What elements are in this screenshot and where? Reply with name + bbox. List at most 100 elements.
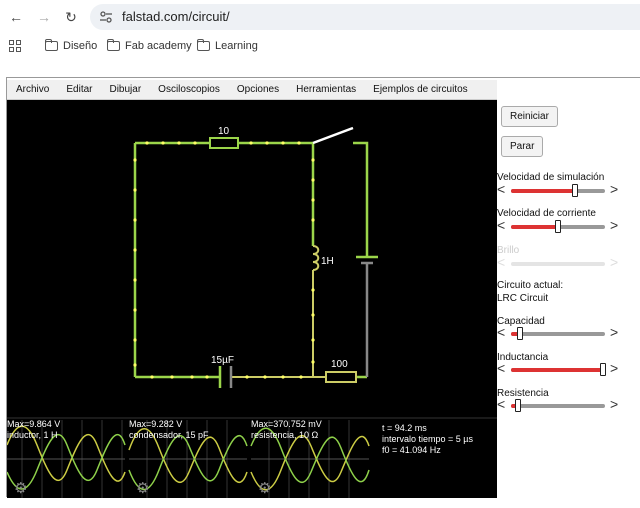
scope-2-gear-icon[interactable]: ⚙ [136, 480, 149, 497]
scope-1-gear-icon[interactable]: ⚙ [14, 480, 27, 497]
current-dot [133, 158, 137, 162]
current-dot [133, 248, 137, 252]
switch[interactable] [312, 126, 354, 145]
url-text[interactable]: falstad.com/circuit/ [122, 9, 230, 24]
scope-3-gear-icon[interactable]: ⚙ [258, 480, 271, 497]
chevron-left-icon[interactable]: < [497, 325, 505, 339]
current-dot [299, 375, 303, 379]
resistor-top[interactable] [209, 137, 239, 149]
current-dot [311, 178, 315, 182]
current-dot [311, 198, 315, 202]
folder-icon [44, 39, 58, 51]
menu-dibujar[interactable]: Dibujar [100, 80, 149, 99]
scope-3-max: Max=370.752 mV [251, 419, 322, 429]
bookmark-fab-academy[interactable]: Fab academy [106, 39, 192, 52]
chevron-right-icon[interactable]: > [610, 218, 618, 232]
scope-2-desc: condensador, 15 pF [129, 430, 209, 440]
current-circuit-name: LRC Circuit [497, 293, 549, 304]
info-interval: intervalo tiempo = 5 µs [382, 434, 473, 444]
current-dot [311, 218, 315, 222]
current-dot [311, 313, 315, 317]
inductor-label: 1H [321, 256, 334, 267]
info-f0: f0 = 41.094 Hz [382, 445, 441, 455]
current-dot [205, 375, 209, 379]
site-settings-icon[interactable] [99, 10, 113, 24]
address-bar[interactable]: falstad.com/circuit/ [90, 4, 640, 30]
bookmark-diseno[interactable]: Diseño [44, 39, 97, 52]
current-dot [133, 338, 137, 342]
current-dot [311, 338, 315, 342]
folder-icon [106, 39, 120, 51]
current-dot [311, 288, 315, 292]
page-content: Archivo Editar Dibujar Osciloscopios Opc… [0, 60, 640, 508]
current-dot [190, 375, 194, 379]
current-dot [297, 141, 301, 145]
menu-archivo[interactable]: Archivo [7, 80, 57, 99]
menu-bar: Archivo Editar Dibujar Osciloscopios Opc… [7, 80, 497, 100]
inductance-slider[interactable]: < > [497, 361, 622, 377]
back-icon[interactable]: ← [8, 9, 24, 25]
bookmarks-bar: Diseño Fab academy Learning [0, 34, 640, 60]
resistor-bottom[interactable] [325, 371, 357, 383]
resistor-bottom-label: 100 [331, 359, 348, 370]
chevron-right-icon[interactable]: > [610, 325, 618, 339]
current-dot [133, 188, 137, 192]
current-dot [193, 141, 197, 145]
current-dot [249, 141, 253, 145]
reload-icon[interactable]: ↻ [63, 9, 79, 25]
chevron-right-icon[interactable]: > [610, 361, 618, 375]
current-dot [150, 375, 154, 379]
current-dot [245, 375, 249, 379]
resistor-top-label: 10 [218, 126, 230, 137]
current-dot [170, 375, 174, 379]
forward-icon[interactable]: → [36, 9, 52, 25]
current-dot [265, 141, 269, 145]
chevron-left-icon[interactable]: < [497, 397, 505, 411]
current-dot [311, 360, 315, 364]
scope-1-desc: inductor, 1 H [7, 430, 58, 440]
info-time: t = 94.2 ms [382, 423, 427, 433]
scope-3-desc: resistencia, 10 Ω [251, 430, 319, 440]
current-dot [161, 141, 165, 145]
apps-grid-icon[interactable] [9, 40, 21, 52]
chevron-left-icon[interactable]: < [497, 361, 505, 375]
current-dot [281, 141, 285, 145]
browser-toolbar: ← → ↻ falstad.com/circuit/ [0, 0, 640, 34]
menu-osciloscopios[interactable]: Osciloscopios [149, 80, 228, 99]
chevron-right-icon: > [610, 254, 619, 270]
current-speed-label: Velocidad de corriente [497, 208, 596, 219]
current-dot [133, 278, 137, 282]
sim-speed-slider[interactable]: < > [497, 182, 622, 198]
scope-2-max: Max=9.282 V [129, 419, 183, 429]
current-dot [311, 158, 315, 162]
current-dot [281, 375, 285, 379]
current-dot [145, 141, 149, 145]
reset-button[interactable]: Reiniciar [501, 106, 558, 127]
bookmark-learning[interactable]: Learning [196, 39, 258, 52]
current-speed-slider[interactable]: < > [497, 218, 622, 234]
circuit-canvas[interactable]: 10 1H 15µF 100 ⚙ ⚙ ⚙ Max=9.864 V inducto… [7, 100, 497, 498]
brightness-slider: < > [497, 254, 622, 271]
inductor[interactable] [312, 245, 320, 271]
menu-herramientas[interactable]: Herramientas [287, 80, 364, 99]
current-dot [263, 375, 267, 379]
current-dot [133, 218, 137, 222]
chevron-left-icon[interactable]: < [497, 218, 505, 232]
capacitance-slider[interactable]: < > [497, 325, 622, 341]
resistance-slider[interactable]: < > [497, 397, 622, 413]
wire-right-top [353, 141, 369, 257]
current-dot [133, 363, 137, 367]
menu-opciones[interactable]: Opciones [228, 80, 287, 99]
chevron-left-icon[interactable]: < [497, 182, 505, 196]
current-dot [177, 141, 181, 145]
stop-button[interactable]: Parar [501, 136, 544, 157]
chevron-right-icon[interactable]: > [610, 182, 618, 196]
menu-editar[interactable]: Editar [57, 80, 100, 99]
scope-1-max: Max=9.864 V [7, 419, 61, 429]
chevron-left-icon: < [497, 254, 506, 270]
menu-ejemplos[interactable]: Ejemplos de circuitos [364, 80, 475, 99]
folder-icon [196, 39, 210, 51]
sim-speed-label: Velocidad de simulación [497, 172, 605, 183]
chevron-right-icon[interactable]: > [610, 397, 618, 411]
capacitor-label: 15µF [211, 355, 234, 366]
